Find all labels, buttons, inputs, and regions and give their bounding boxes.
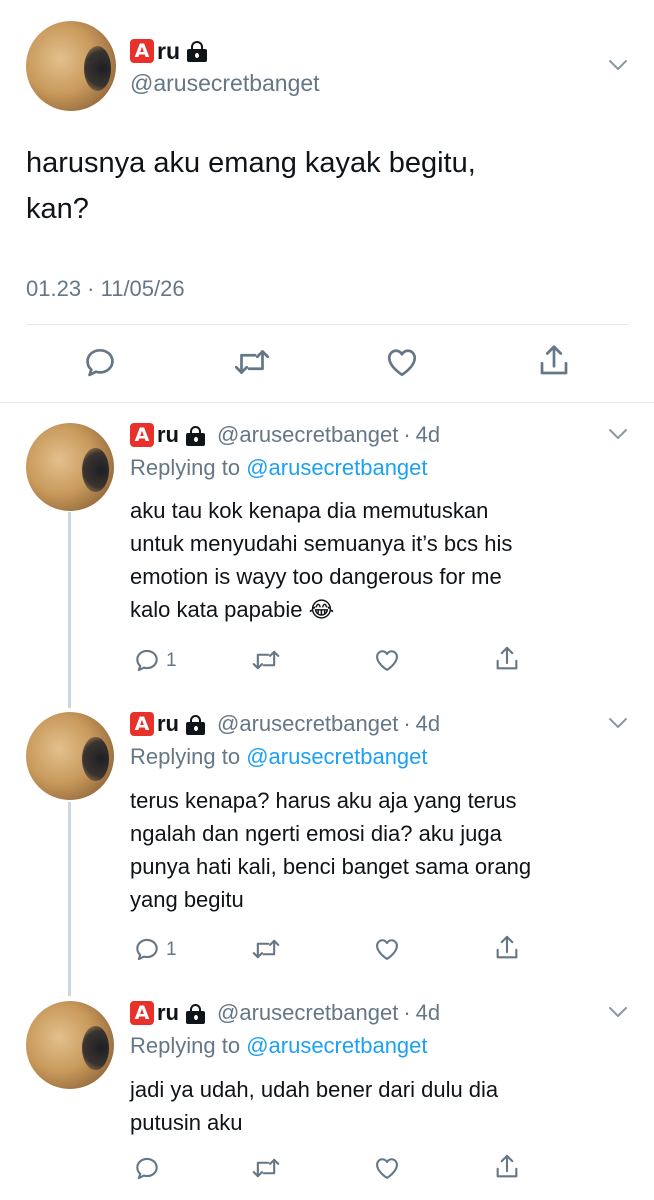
share-icon[interactable] — [493, 1152, 521, 1182]
separator-dot: · — [403, 711, 411, 736]
separator-dot: · — [403, 422, 411, 447]
divider — [0, 402, 654, 403]
replying-to: Replying to @arusecretbanget — [130, 744, 428, 770]
reply-age[interactable]: 4d — [416, 1000, 440, 1026]
tweet-text-line: kan? — [26, 193, 89, 225]
share-icon[interactable] — [493, 644, 521, 674]
mention-link[interactable]: @arusecretbanget — [246, 455, 427, 480]
action-bar: 1 — [0, 644, 654, 676]
chevron-down-icon[interactable] — [608, 427, 628, 441]
divider — [26, 324, 628, 325]
share-icon[interactable] — [493, 933, 521, 963]
retweet-icon[interactable] — [250, 646, 282, 674]
reply-header: A ru @arusecretbanget · 4d — [130, 420, 440, 450]
author-handle[interactable]: @arusecretbanget — [130, 70, 320, 97]
thread-line — [68, 802, 71, 996]
author-name[interactable]: ru — [157, 711, 179, 737]
mention-link[interactable]: @arusecretbanget — [246, 1033, 427, 1058]
author-name[interactable]: ru — [157, 1000, 179, 1026]
replying-prefix: Replying to — [130, 1033, 247, 1058]
replying-prefix: Replying to — [130, 744, 247, 769]
replying-to: Replying to @arusecretbanget — [130, 1033, 428, 1059]
reply-header: A ru @arusecretbanget · 4d — [130, 709, 440, 739]
lock-icon — [187, 40, 207, 62]
thread-line — [68, 512, 71, 708]
reply-text: terus kenapa? harus aku aja yang terus n… — [130, 784, 630, 916]
reply-count: 1 — [166, 650, 177, 671]
lock-icon — [186, 714, 205, 735]
lock-icon — [186, 425, 205, 446]
author-handle[interactable]: @arusecretbanget — [217, 1000, 398, 1026]
a-badge-icon: A — [130, 1001, 154, 1025]
reply-age[interactable]: 4d — [416, 422, 440, 448]
author-name[interactable]: ru — [157, 422, 179, 448]
reply-icon[interactable] — [133, 1154, 161, 1182]
tweet-text-line: harusnya aku emang kayak begitu, — [26, 147, 476, 179]
like-icon[interactable] — [372, 646, 402, 674]
retweet-icon[interactable] — [250, 1154, 282, 1182]
mention-link[interactable]: @arusecretbanget — [246, 744, 427, 769]
reply-count: 1 — [166, 939, 177, 960]
avatar-shade — [82, 447, 109, 492]
replying-prefix: Replying to — [130, 455, 247, 480]
reply-age[interactable]: 4d — [416, 711, 440, 737]
retweet-icon[interactable] — [232, 344, 272, 380]
separator-dot: · — [403, 1000, 411, 1025]
reply-text-line: terus kenapa? harus aku aja yang terus — [130, 788, 517, 813]
reply-text-line: punya hati kali, benci banget sama orang — [130, 854, 532, 879]
like-icon[interactable] — [372, 935, 402, 963]
avatar[interactable] — [26, 712, 114, 800]
avatar[interactable] — [26, 1001, 114, 1089]
reply-text-line: kalo kata papabie 😂 — [130, 593, 630, 627]
author-handle[interactable]: @arusecretbanget — [217, 711, 398, 737]
a-badge-icon: A — [130, 423, 154, 447]
action-bar — [0, 1152, 654, 1184]
chevron-down-icon[interactable] — [608, 58, 628, 72]
lock-icon — [186, 1003, 205, 1024]
reply-text: jadi ya udah, udah bener dari dulu dia p… — [130, 1073, 630, 1139]
chevron-down-icon[interactable] — [608, 716, 628, 730]
reply-text-line: emotion is wayy too dangerous for me — [130, 564, 502, 589]
reply-icon[interactable] — [133, 646, 161, 674]
replying-to: Replying to @arusecretbanget — [130, 455, 428, 481]
main-tweet: A ru @arusecretbanget harusnya aku emang… — [0, 0, 654, 403]
action-bar — [0, 340, 654, 384]
reply-text-line: yang begitu — [130, 887, 244, 912]
avatar[interactable] — [26, 423, 114, 511]
reply-icon[interactable] — [133, 935, 161, 963]
author-handle[interactable]: @arusecretbanget — [217, 422, 398, 448]
avatar[interactable] — [26, 21, 116, 111]
reply-text-line: ngalah dan ngerti emosi dia? aku juga — [130, 821, 502, 846]
reply-text-line: untuk menyudahi semuanya it’s bcs his — [130, 531, 513, 556]
a-badge-icon: A — [130, 712, 154, 736]
a-badge-icon: A — [130, 39, 154, 63]
reply-text: aku tau kok kenapa dia memutuskan untuk … — [130, 494, 630, 627]
reply-text-line: putusin aku — [130, 1110, 243, 1135]
author-name: ru — [157, 37, 180, 64]
timestamp[interactable]: 01.23 · 11/05/26 — [26, 276, 185, 302]
share-icon[interactable] — [536, 342, 572, 380]
reply-text-segment: kalo kata papabie — [130, 597, 303, 622]
reply-text-line: jadi ya udah, udah bener dari dulu dia — [130, 1077, 499, 1102]
author-name-row[interactable]: A ru — [130, 36, 207, 66]
avatar-shade — [83, 46, 111, 92]
avatar-shade — [82, 736, 109, 781]
reply-icon[interactable] — [82, 344, 118, 380]
action-bar: 1 — [0, 933, 654, 965]
reply-text-line: aku tau kok kenapa dia memutuskan — [130, 498, 489, 523]
reply-header: A ru @arusecretbanget · 4d — [130, 998, 440, 1028]
like-icon[interactable] — [372, 1154, 402, 1182]
laughing-emoji: 😂 — [308, 598, 335, 623]
avatar-shade — [82, 1025, 109, 1070]
like-icon[interactable] — [384, 344, 420, 380]
tweet-text: harusnya aku emang kayak begitu, kan? — [26, 140, 606, 232]
chevron-down-icon[interactable] — [608, 1005, 628, 1019]
retweet-icon[interactable] — [250, 935, 282, 963]
